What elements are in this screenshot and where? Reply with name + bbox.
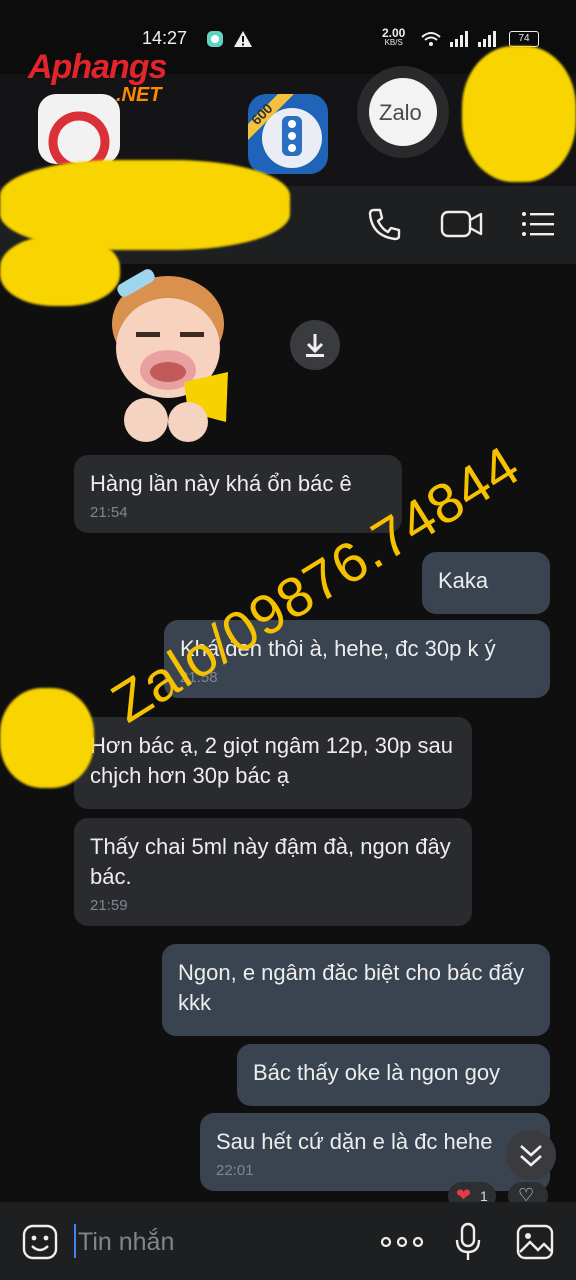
network-speed: 2.00 KB/S (382, 26, 406, 47)
redaction-blob (462, 46, 576, 182)
message-text: Hơn bác ạ, 2 giọt ngâm 12p, 30p sau chjc… (90, 733, 453, 788)
message-text: Hàng lần này khá ổn bác ê (90, 471, 352, 496)
sticker[interactable] (96, 262, 246, 448)
message-text: Thấy chai 5ml này đậm đà, ngon đây bác. (90, 834, 451, 889)
menu-list-icon[interactable] (520, 206, 556, 247)
message-text: Sau hết cứ dặn e là đc hehe (216, 1129, 493, 1154)
message-time: 21:54 (90, 504, 128, 521)
phone-icon[interactable] (366, 206, 402, 247)
battery-indicator: 74 (509, 31, 539, 47)
redaction-blob (0, 236, 120, 306)
image-gallery-icon[interactable] (516, 1224, 554, 1265)
message-text: Ngon, e ngâm đăc biệt cho bác đấy kkk (178, 960, 525, 1015)
logo-main: Aphangs (28, 48, 167, 86)
alert-icon (233, 30, 253, 53)
scroll-to-bottom-button[interactable] (506, 1130, 556, 1180)
redaction-blob (0, 688, 94, 788)
message-time: 21:59 (90, 897, 128, 914)
message-bubble-outgoing[interactable]: Ngon, e ngâm đăc biệt cho bác đấy kkk (162, 944, 550, 1036)
site-logo: Aphangs .NET (28, 48, 167, 106)
message-bubble-outgoing[interactable]: Bác thấy oke là ngon goy (237, 1044, 550, 1106)
message-text: Bác thấy oke là ngon goy (253, 1060, 501, 1085)
wifi-icon (420, 30, 442, 53)
message-input[interactable]: Tin nhắn (78, 1228, 174, 1257)
zalo-label: Zalo (379, 100, 422, 125)
status-time: 14:27 (142, 28, 188, 48)
signal-icon-1 (449, 30, 471, 53)
logo-suffix: .NET (116, 84, 162, 106)
message-bubble-incoming[interactable]: Thấy chai 5ml này đậm đà, ngon đây bác. … (74, 818, 472, 926)
message-bubble-outgoing[interactable]: Kaka (422, 552, 550, 614)
video-call-icon[interactable] (440, 206, 484, 247)
more-options-icon[interactable] (380, 1232, 424, 1257)
message-bubble-outgoing[interactable]: Sau hết cứ dặn e là đc hehe 22:01 (200, 1113, 550, 1191)
message-time: 22:01 (216, 1162, 254, 1179)
microphone-icon[interactable] (454, 1222, 482, 1267)
traffic-light-app-icon[interactable]: 600 (248, 94, 328, 174)
red-ring-app-icon[interactable] (38, 94, 120, 173)
download-button[interactable] (290, 320, 340, 370)
text-caret (74, 1224, 76, 1258)
notification-app-icon (206, 30, 224, 53)
emoji-icon[interactable] (22, 1224, 58, 1265)
message-text: Kaka (438, 568, 489, 593)
zalo-app-icon[interactable]: Zalo (357, 66, 449, 158)
